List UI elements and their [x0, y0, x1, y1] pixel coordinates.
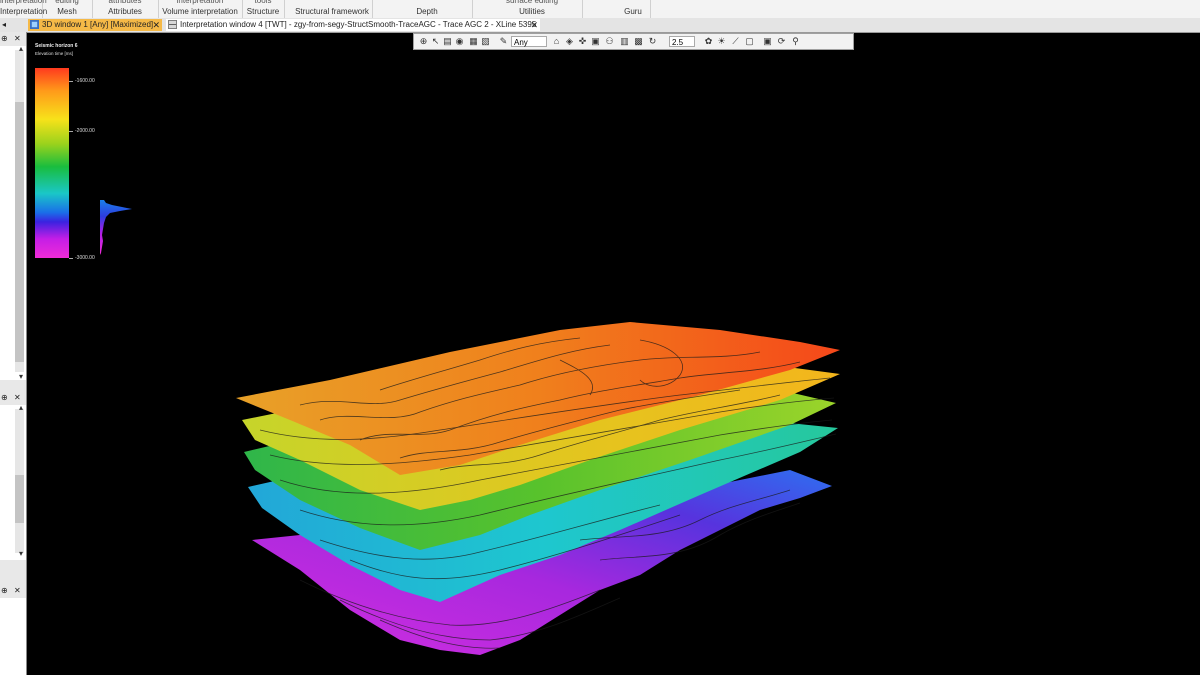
color-scale-bar	[35, 68, 69, 258]
horizon-scene	[236, 322, 840, 655]
domain-select[interactable]: Any	[511, 36, 547, 47]
light-icon[interactable]: ☀	[716, 36, 727, 47]
bookmark-icon[interactable]: ▧	[480, 36, 491, 47]
legend-subtitle: Elevation time [ms]	[35, 51, 74, 56]
target-icon[interactable]: ✜	[577, 36, 588, 47]
legend-tick-label: -3000.00	[75, 255, 95, 261]
legend-tick-mark	[69, 258, 73, 259]
print-icon[interactable]: ▦	[468, 36, 479, 47]
legend-tick-label: -2000.00	[75, 128, 95, 135]
zoom-input[interactable]: 2.5	[669, 36, 695, 47]
select-icon[interactable]: ⊕	[418, 36, 429, 47]
home-icon[interactable]: ⌂	[551, 36, 562, 47]
legend-title: Seismic horizon 6	[35, 43, 78, 49]
grid-icon[interactable]: ▩	[633, 36, 644, 47]
palette-icon[interactable]: ✿	[703, 36, 714, 47]
spin-icon[interactable]: ⟳	[776, 36, 787, 47]
pen-icon[interactable]: ✎	[498, 36, 509, 47]
view-icon[interactable]: ◈	[564, 36, 575, 47]
legend-tick-mark	[69, 131, 73, 133]
camera-icon[interactable]: ◉	[454, 36, 465, 47]
line-icon[interactable]: ⟋	[730, 36, 741, 47]
legend-tick-label: -1600.00	[75, 77, 95, 84]
binoculars-icon[interactable]: ⚇	[604, 36, 615, 47]
frame-icon[interactable]: ▢	[744, 36, 755, 47]
pointer-icon[interactable]: ↖	[430, 36, 441, 47]
legend-tick-mark	[69, 80, 73, 82]
layers-icon[interactable]: ▥	[619, 36, 630, 47]
cube-icon[interactable]: ▣	[590, 36, 601, 47]
view-toolbar: Any 2.5 ⊕ ↖ ▤ ◉ ▦ ▧ ✎ ⌂ ◈ ✜ ▣ ⚇ ▥ ▩ ↻ ✿ ☀ ⟋ ▢ ▣ ⟳ ⚲	[413, 33, 854, 50]
rotate-icon[interactable]: ↻	[647, 36, 658, 47]
pin-icon[interactable]: ⚲	[790, 36, 801, 47]
histogram	[100, 200, 132, 255]
measure-icon[interactable]: ▤	[442, 36, 453, 47]
screenshot-icon[interactable]: ▣	[762, 36, 773, 47]
